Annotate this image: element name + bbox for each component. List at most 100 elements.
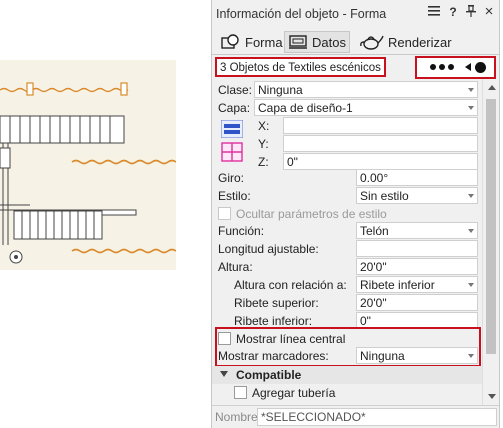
longitud-field[interactable] xyxy=(356,240,478,257)
funcion-value: Telón xyxy=(360,224,389,238)
row-longitud: Longitud ajustable: xyxy=(212,240,482,258)
compatible-label: Compatible xyxy=(236,368,302,382)
tab-datos-label: Datos xyxy=(312,34,346,50)
close-button[interactable]: × xyxy=(482,3,496,20)
clase-dropdown[interactable]: Ninguna xyxy=(254,81,478,98)
shape-icon xyxy=(221,34,241,50)
data-icon xyxy=(288,34,308,50)
mostrar-marcadores-value: Ninguna xyxy=(360,349,405,363)
chevron-down-icon xyxy=(468,229,474,233)
row-giro: Giro: 0.00° xyxy=(212,169,482,187)
row-ribete-sup: Ribete superior: 20'0" xyxy=(212,294,482,312)
drape-line-middle xyxy=(71,159,176,165)
hamburger-menu-icon[interactable] xyxy=(427,5,441,19)
tab-renderizar-label: Renderizar xyxy=(388,34,452,50)
mostrar-marcadores-label: Mostrar marcadores: xyxy=(218,349,329,363)
chevron-down-icon xyxy=(468,88,474,92)
altura-label: Altura: xyxy=(218,260,253,274)
pin-icon[interactable] xyxy=(464,5,478,20)
y-field[interactable] xyxy=(283,135,478,152)
altura-rel-dropdown[interactable]: Ribete inferior xyxy=(356,276,478,293)
mostrar-linea-label: Mostrar línea central xyxy=(236,332,346,346)
tab-forma[interactable]: Forma xyxy=(218,31,286,53)
previous-object-icon[interactable] xyxy=(465,63,471,71)
collapse-triangle-icon[interactable] xyxy=(220,371,228,377)
row-clase: Clase: Ninguna xyxy=(212,81,482,99)
z-label: Z: xyxy=(258,155,269,169)
nombre-field[interactable]: *SELECCIONADO* xyxy=(257,408,497,426)
row-agregar: Agregar tubería xyxy=(212,384,482,402)
longitud-label: Longitud ajustable: xyxy=(218,242,319,256)
ribete-sup-field[interactable]: 20'0" xyxy=(356,294,478,311)
estilo-label: Estilo: xyxy=(218,189,251,203)
giro-field[interactable]: 0.00° xyxy=(356,169,478,186)
mostrar-marcadores-dropdown[interactable]: Ninguna xyxy=(356,347,478,364)
clase-label: Clase: xyxy=(218,83,253,97)
altura-field[interactable]: 20'0" xyxy=(356,258,478,275)
row-altura: Altura: 20'0" xyxy=(212,258,482,276)
object-info-palette: Información del objeto - Forma ? × Forma… xyxy=(211,0,500,428)
nombre-label: Nombre: xyxy=(215,410,262,424)
nav-dot-2[interactable] xyxy=(439,64,445,70)
chevron-down-icon xyxy=(468,283,474,287)
drape-line-bottom xyxy=(71,248,176,254)
drawing-canvas[interactable] xyxy=(0,60,176,270)
palette-titlebar[interactable]: Información del objeto - Forma ? × xyxy=(212,0,499,28)
funcion-dropdown[interactable]: Telón xyxy=(356,222,478,239)
altura-rel-value: Ribete inferior xyxy=(360,278,435,292)
ribete-inf-field[interactable]: 0" xyxy=(356,312,478,329)
selection-summary: 3 Objetos de Textiles escénicos xyxy=(215,57,386,77)
nav-dot-3[interactable] xyxy=(448,64,454,70)
row-estilo: Estilo: Sin estilo xyxy=(212,187,482,205)
row-funcion: Función: Telón xyxy=(212,222,482,240)
help-button[interactable]: ? xyxy=(446,5,460,19)
nav-dot-1[interactable] xyxy=(430,64,436,70)
agregar-checkbox[interactable] xyxy=(234,386,247,399)
capa-label: Capa: xyxy=(218,101,251,115)
ocultar-checkbox[interactable] xyxy=(218,207,231,220)
properties-list: Clase: Ninguna Capa: Capa de diseño-1 X: xyxy=(212,79,482,405)
object-navigation[interactable] xyxy=(415,56,496,79)
altura-rel-label: Altura con relación a: xyxy=(234,278,347,292)
row-mostrar-linea: Mostrar línea central xyxy=(212,330,482,348)
y-label: Y: xyxy=(258,137,269,151)
z-field[interactable]: 0" xyxy=(283,153,478,170)
x-field[interactable] xyxy=(283,117,478,134)
section-compatible[interactable]: Compatible xyxy=(212,366,482,384)
drape-handle-right xyxy=(120,82,128,96)
row-x: X: xyxy=(212,117,482,135)
row-y: Y: xyxy=(212,135,482,153)
selection-bar: 3 Objetos de Textiles escénicos xyxy=(212,55,499,79)
ribete-inf-label: Ribete inferior: xyxy=(234,314,313,328)
scroll-thumb[interactable] xyxy=(486,99,496,354)
vertical-scrollbar[interactable] xyxy=(482,79,499,405)
agregar-label: Agregar tubería xyxy=(252,386,336,400)
tab-datos[interactable]: Datos xyxy=(284,31,350,53)
capa-dropdown[interactable]: Capa de diseño-1 xyxy=(254,99,478,116)
mostrar-linea-checkbox[interactable] xyxy=(218,332,231,345)
stair-block-bottom xyxy=(13,209,137,240)
estilo-dropdown[interactable]: Sin estilo xyxy=(356,187,478,204)
estilo-value: Sin estilo xyxy=(360,189,409,203)
name-footer: Nombre: *SELECCIONADO* xyxy=(212,405,499,428)
chevron-down-icon xyxy=(468,354,474,358)
tab-renderizar[interactable]: Renderizar xyxy=(357,31,455,53)
x-label: X: xyxy=(258,119,270,133)
drawing-svg xyxy=(0,82,176,264)
chevron-down-icon xyxy=(468,106,474,110)
row-mostrar-marcadores: Mostrar marcadores: Ninguna xyxy=(212,347,482,365)
scroll-down-icon[interactable] xyxy=(488,394,496,399)
current-object-dot[interactable] xyxy=(475,62,486,73)
scroll-up-icon[interactable] xyxy=(488,85,496,90)
funcion-label: Función: xyxy=(218,224,265,238)
clase-value: Ninguna xyxy=(258,83,303,97)
capa-value: Capa de diseño-1 xyxy=(258,101,353,115)
chevron-down-icon xyxy=(468,194,474,198)
drape-handle-left xyxy=(26,82,34,96)
palette-tabs: Forma Datos Renderizar xyxy=(212,28,499,55)
tab-forma-label: Forma xyxy=(245,34,283,50)
ribete-sup-label: Ribete superior: xyxy=(234,296,319,310)
row-capa: Capa: Capa de diseño-1 xyxy=(212,99,482,117)
row-ocultar: Ocultar parámetros de estilo xyxy=(212,205,482,223)
drape-line-top xyxy=(0,87,129,93)
